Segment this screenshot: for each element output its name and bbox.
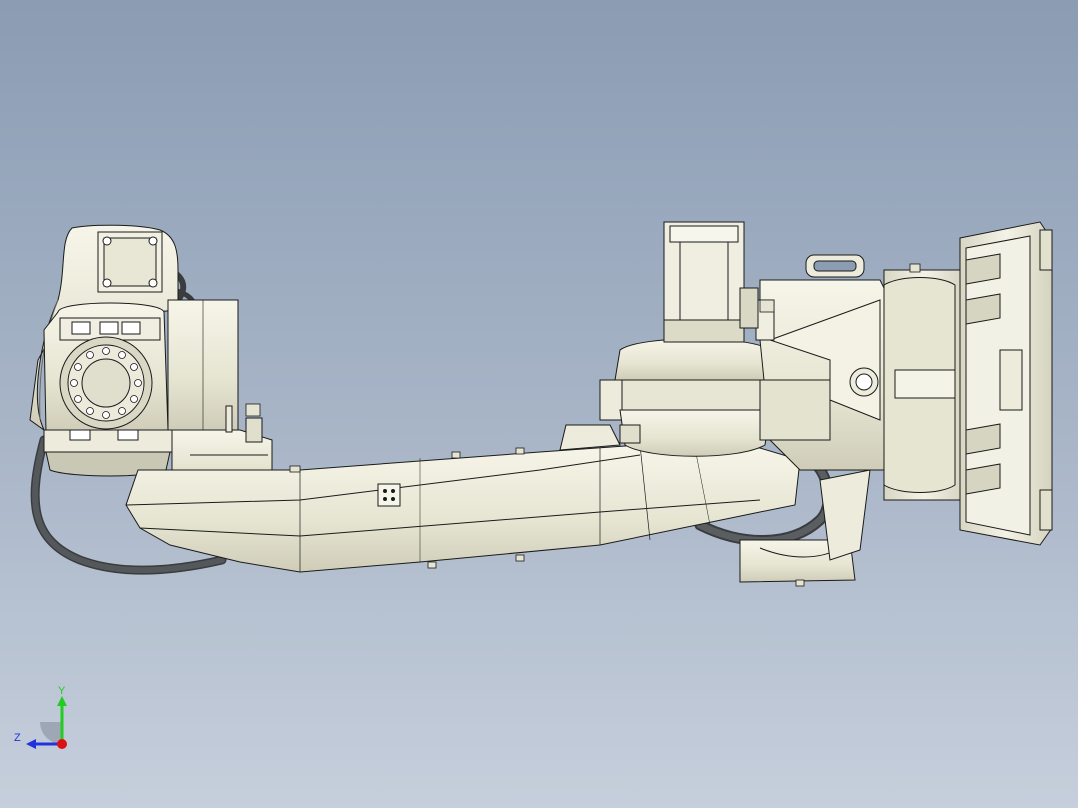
z-axis-label: Z — [14, 732, 21, 744]
triad-graphic — [26, 696, 67, 749]
mounting-flange[interactable] — [883, 221, 1053, 546]
carry-handle — [805, 254, 865, 278]
y-axis-arrow — [57, 696, 67, 706]
x-axis-dot — [57, 739, 67, 749]
robot-arm-model[interactable] — [0, 0, 1078, 808]
view-orientation-triad[interactable]: Y Z — [14, 686, 84, 756]
cad-viewport[interactable]: Y Z — [0, 0, 1078, 808]
y-axis-label: Y — [58, 685, 66, 697]
wrist-joint[interactable] — [43, 302, 173, 477]
elbow-joint[interactable] — [559, 338, 781, 457]
z-axis-arrow — [26, 739, 36, 749]
elbow-motor[interactable] — [663, 221, 745, 343]
